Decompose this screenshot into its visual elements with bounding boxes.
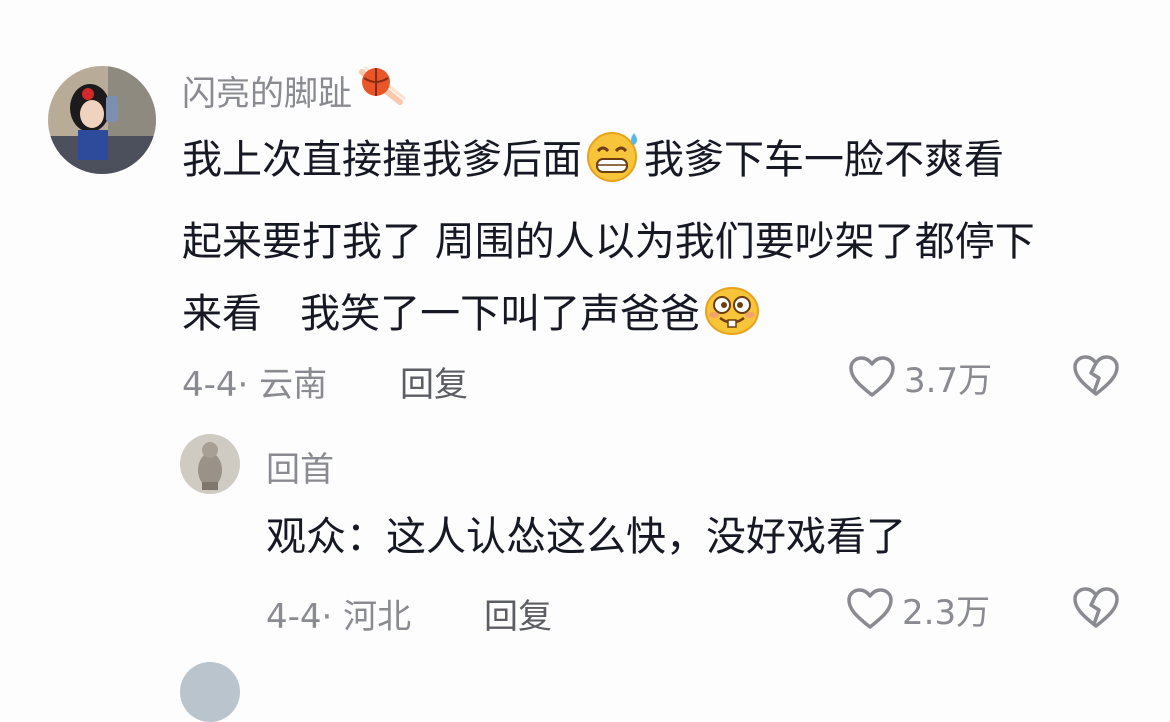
grin-sweat-emoji (584, 129, 642, 206)
comment-line: 观众：这人认怂这么快，没好戏看了 (266, 514, 906, 560)
comment-segment: 来看 我笑了一下叫了声爸爸 (182, 291, 701, 337)
comment-date: 4-4 (182, 365, 238, 405)
like-button[interactable]: 2.3万 (846, 584, 990, 634)
like-count: 3.7万 (904, 360, 993, 401)
username-text: 回首 (266, 449, 334, 490)
comment-location: 河北 (343, 597, 412, 637)
reply-button[interactable]: 回复 (484, 589, 552, 638)
comment-text: 观众：这人认怂这么快，没好戏看了 (266, 501, 1146, 573)
basketball-icon (356, 64, 408, 117)
username[interactable]: 回首 (266, 446, 334, 490)
broken-heart-icon (1073, 355, 1119, 396)
heart-icon (847, 588, 893, 629)
comment-line: 起来要打我了 周围的人以为我们要吵架了都停下 (182, 206, 1142, 278)
reply-button[interactable]: 回复 (400, 357, 468, 406)
broken-heart-icon (1073, 587, 1119, 628)
user-avatar-image (180, 434, 240, 494)
dislike-button[interactable] (1072, 354, 1120, 402)
comment-line: 来看 我笑了一下叫了声爸爸 (182, 278, 1142, 360)
comment-segment: 起来要打我了 周围的人以为我们要吵架了都停下 (182, 219, 1035, 265)
meta-separator: · (321, 597, 344, 637)
comment-text: 我上次直接撞我爹后面 我爹下车一脸不爽看 起来要打我了 周围的人以为我们要吵架了… (182, 124, 1142, 360)
comment-meta: 4-4· 云南 (182, 357, 327, 406)
user-avatar-image (180, 662, 240, 722)
username[interactable]: 闪亮的脚趾 (182, 66, 408, 114)
user-avatar-image (48, 66, 156, 174)
like-button[interactable]: 3.7万 (848, 352, 992, 402)
avatar[interactable] (180, 662, 240, 722)
comment-segment: 我爹下车一脸不爽看 (644, 137, 1004, 183)
comment-segment: 我上次直接撞我爹后面 (182, 137, 582, 183)
dislike-button[interactable] (1072, 586, 1120, 634)
comment-location: 云南 (259, 365, 328, 405)
avatar[interactable] (180, 434, 240, 494)
username-text: 闪亮的脚趾 (182, 73, 352, 114)
avatar[interactable] (48, 66, 156, 174)
buck-teeth-smile-emoji (702, 283, 762, 360)
comment-date: 4-4 (266, 597, 322, 637)
heart-icon (849, 356, 895, 397)
meta-separator: · (237, 365, 260, 405)
like-count: 2.3万 (902, 592, 991, 633)
comment-line: 我上次直接撞我爹后面 我爹下车一脸不爽看 (182, 124, 1142, 206)
comment-meta: 4-4· 河北 (266, 589, 411, 638)
